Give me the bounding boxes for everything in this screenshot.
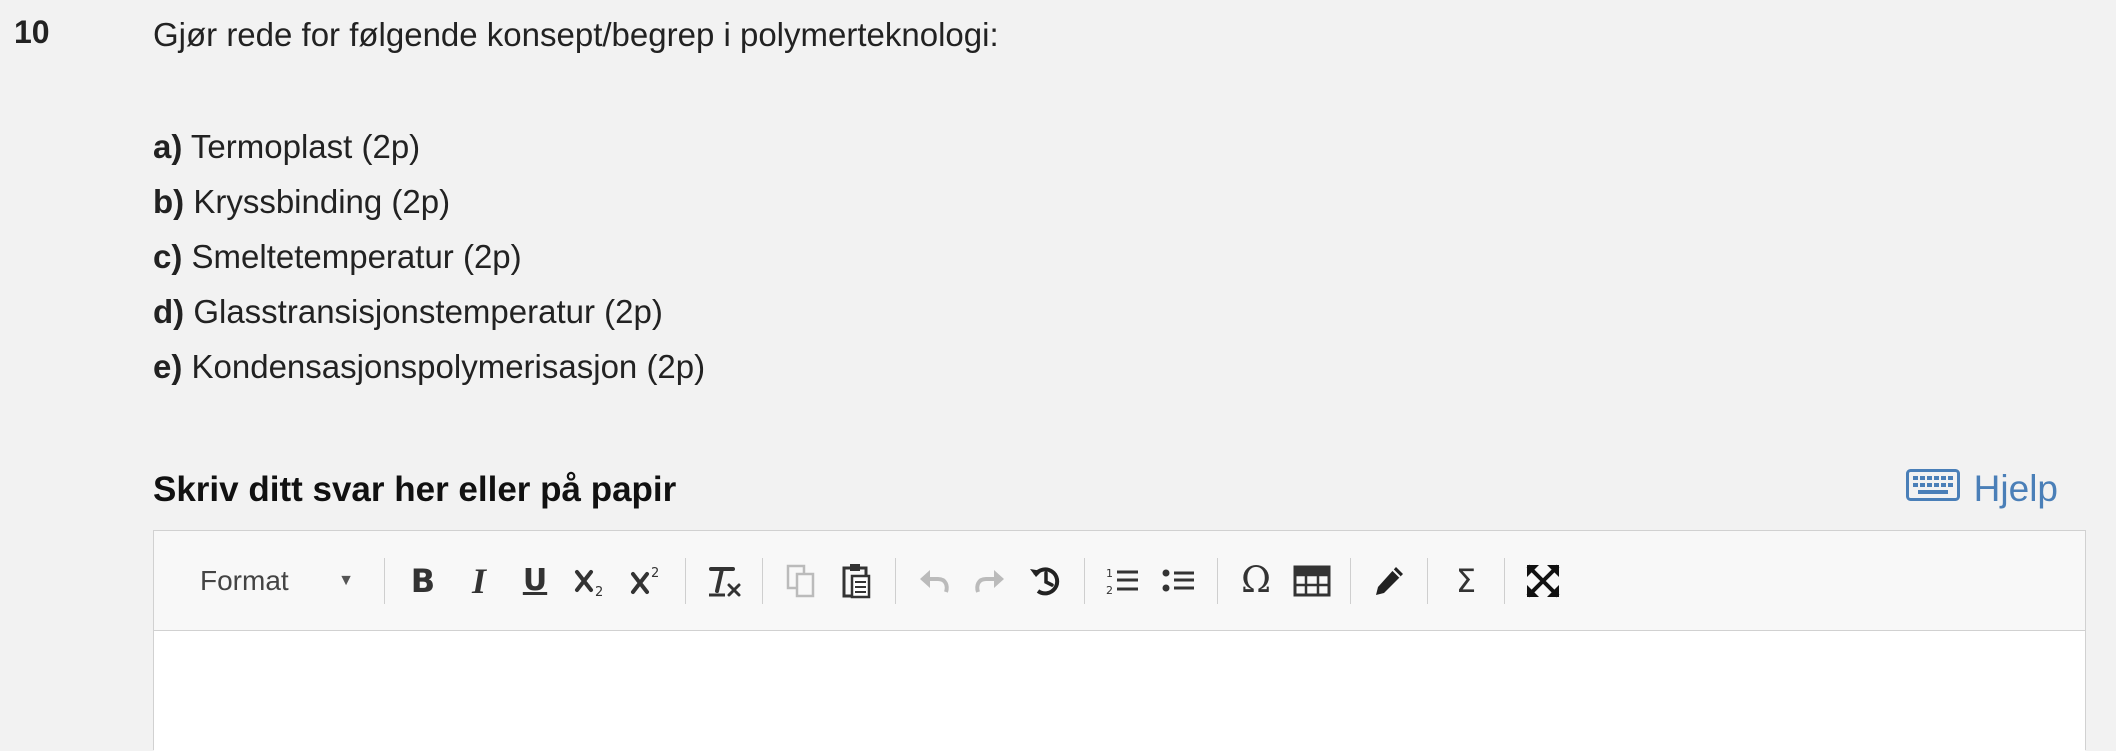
undo-button[interactable] — [906, 551, 962, 611]
bold-icon: B — [410, 561, 436, 600]
answer-label: Skriv ditt svar her eller på papir — [153, 470, 677, 509]
special-character-button[interactable]: Ω — [1228, 551, 1284, 611]
redo-button[interactable] — [962, 551, 1018, 611]
subscript-icon: 2 — [573, 564, 609, 598]
draw-button[interactable] — [1361, 551, 1417, 611]
toolbar-separator — [1084, 557, 1085, 604]
remove-format-button[interactable] — [696, 551, 752, 611]
maximize-button[interactable] — [1515, 551, 1571, 611]
sigma-icon: Σ — [1455, 561, 1477, 600]
editor-content-area[interactable] — [154, 631, 2085, 751]
history-icon — [1028, 563, 1064, 599]
svg-text:2: 2 — [1106, 584, 1113, 597]
rich-text-editor: Format ▼ B I U 2 2 1 2 Ω Σ — [153, 530, 2086, 751]
help-label: Hjelp — [1973, 468, 2058, 509]
numbered-list-button[interactable]: 12 — [1095, 551, 1151, 611]
superscript-button[interactable]: 2 — [619, 551, 675, 611]
copy-icon — [785, 563, 817, 599]
item-letter: d) — [153, 293, 185, 330]
table-icon — [1293, 565, 1331, 597]
pencil-icon — [1372, 564, 1406, 598]
math-button[interactable]: Σ — [1438, 551, 1494, 611]
item-text: Termoplast (2p) — [182, 128, 421, 165]
undo-icon — [916, 566, 952, 596]
keyboard-icon — [1905, 468, 1960, 510]
toolbar-separator — [1504, 557, 1505, 604]
toolbar-separator — [685, 557, 686, 604]
item-letter: b) — [153, 183, 185, 220]
item-text: Glasstransisjonstemperatur (2p) — [184, 293, 663, 330]
italic-icon: I — [471, 560, 486, 601]
item-text: Kondensasjonspolymerisasjon (2p) — [182, 348, 706, 385]
underline-icon: U — [522, 562, 548, 598]
question-number: 10 — [14, 14, 50, 50]
table-button[interactable] — [1284, 551, 1340, 611]
item-text: Kryssbinding (2p) — [184, 183, 451, 220]
item-text: Smeltetemperatur (2p) — [182, 238, 522, 275]
question-item-d: d) Glasstransisjonstemperatur (2p) — [153, 284, 705, 339]
question-item-e: e) Kondensasjonspolymerisasjon (2p) — [153, 339, 705, 394]
item-letter: c) — [153, 238, 183, 275]
bold-button[interactable]: B — [395, 551, 451, 611]
svg-text:2: 2 — [651, 566, 659, 581]
remove-format-icon — [705, 563, 743, 599]
toolbar-separator — [1217, 557, 1218, 604]
format-label: Format — [200, 564, 289, 596]
toolbar-separator — [384, 557, 385, 604]
svg-text:1: 1 — [1106, 567, 1113, 580]
format-dropdown[interactable]: Format ▼ — [174, 551, 374, 611]
subscript-button[interactable]: 2 — [563, 551, 619, 611]
svg-text:2: 2 — [595, 585, 603, 598]
italic-button[interactable]: I — [451, 551, 507, 611]
bulleted-list-icon — [1161, 564, 1197, 598]
maximize-icon — [1525, 563, 1561, 599]
history-button[interactable] — [1018, 551, 1074, 611]
question-item-a: a) Termoplast (2p) — [153, 119, 705, 174]
toolbar-separator — [1350, 557, 1351, 604]
toolbar-separator — [762, 557, 763, 604]
help-link[interactable]: Hjelp — [1905, 468, 2058, 510]
toolbar-separator — [1427, 557, 1428, 604]
paste-icon — [841, 562, 873, 600]
editor-toolbar: Format ▼ B I U 2 2 1 2 Ω Σ — [154, 531, 2085, 631]
question-item-c: c) Smeltetemperatur (2p) — [153, 229, 705, 284]
paste-button[interactable] — [829, 551, 885, 611]
bulleted-list-button[interactable] — [1151, 551, 1207, 611]
redo-icon — [972, 566, 1008, 596]
item-letter: a) — [153, 128, 183, 165]
item-letter: e) — [153, 348, 183, 385]
omega-icon: Ω — [1241, 559, 1271, 601]
numbered-list-icon: 12 — [1105, 564, 1141, 598]
question-item-b: b) Kryssbinding (2p) — [153, 174, 705, 229]
question-prompt: Gjør rede for følgende konsept/begrep i … — [153, 16, 999, 53]
underline-button[interactable]: U — [507, 551, 563, 611]
toolbar-separator — [895, 557, 896, 604]
superscript-icon: 2 — [629, 564, 665, 598]
chevron-down-icon: ▼ — [338, 571, 354, 589]
copy-button[interactable] — [773, 551, 829, 611]
question-items: a) Termoplast (2p) b) Kryssbinding (2p) … — [153, 119, 705, 394]
